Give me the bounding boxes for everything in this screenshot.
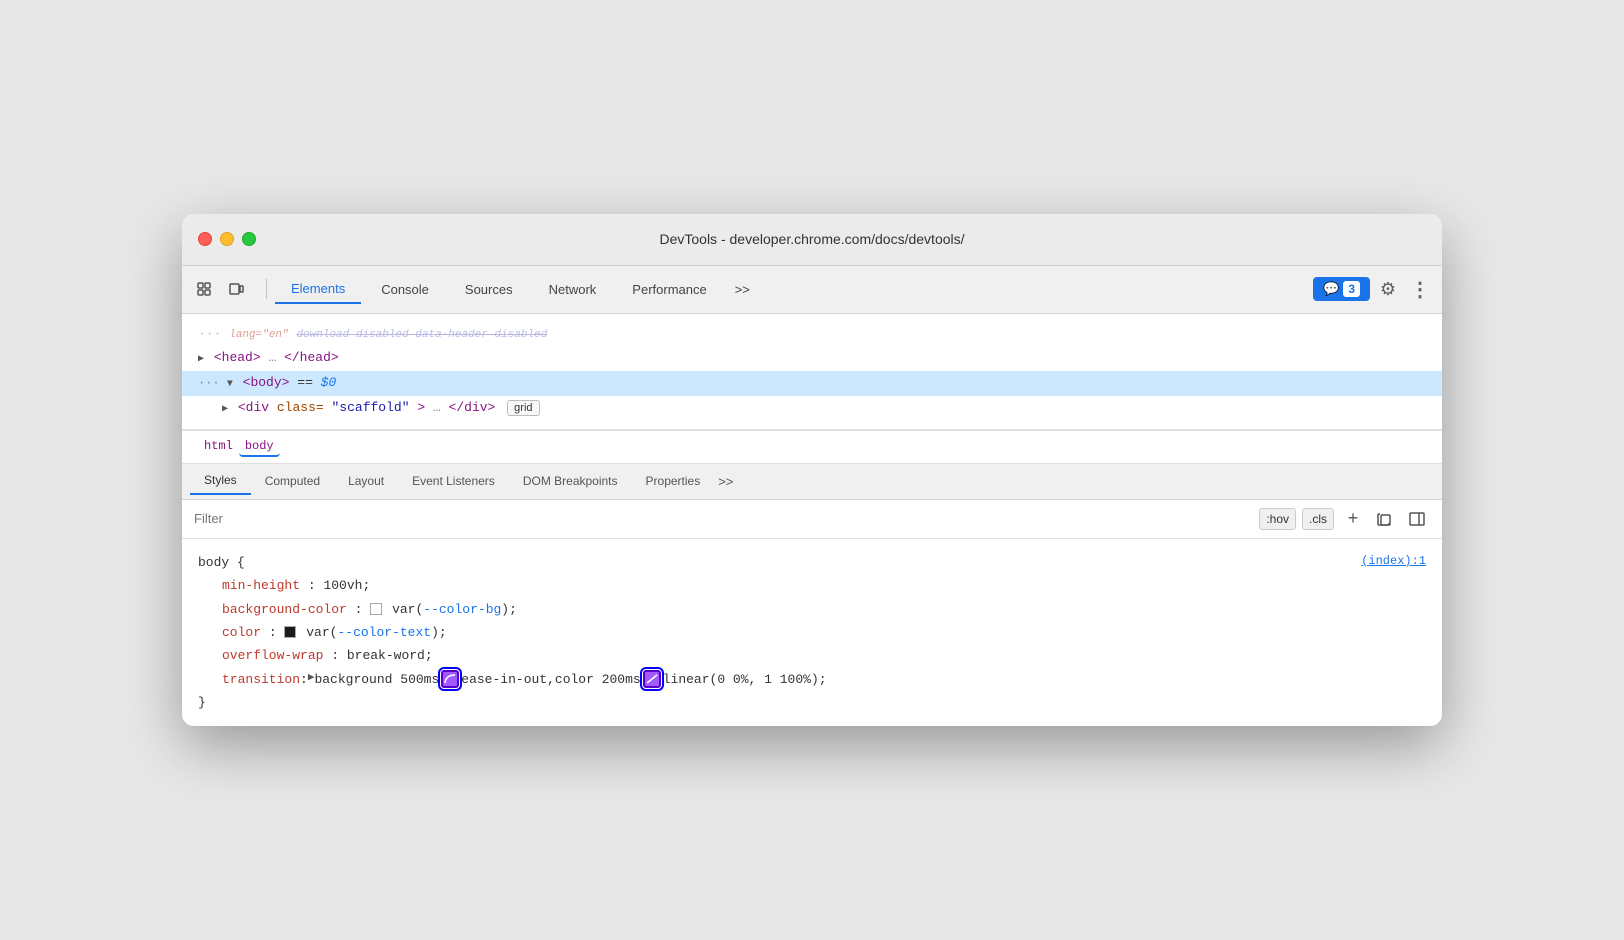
css-rule-block: (index):1 body { min-height : 100vh; bac…	[198, 551, 1426, 715]
dom-triangle[interactable]	[198, 348, 204, 369]
cursor-icon[interactable]	[190, 275, 218, 303]
prop-value-color: var(--color-text);	[306, 625, 446, 640]
css-prop-background-color: background-color : var(--color-bg);	[198, 598, 1426, 621]
copy-styles-button[interactable]	[1372, 506, 1398, 532]
css-prop-color: color : var(--color-text);	[198, 621, 1426, 644]
css-prop-min-height: min-height : 100vh;	[198, 574, 1426, 597]
tab-console[interactable]: Console	[365, 276, 445, 303]
bg-color-swatch[interactable]	[370, 603, 382, 615]
tag-div-close: </div>	[449, 400, 496, 415]
breadcrumb-bar: html body	[182, 430, 1442, 464]
dom-panel: ··· lang="en" download disabled data-hea…	[182, 314, 1442, 430]
dom-body-triangle[interactable]	[227, 373, 233, 394]
easing-icon-1[interactable]	[441, 670, 459, 688]
styles-more-button[interactable]: >>	[714, 470, 737, 493]
tab-network[interactable]: Network	[533, 276, 613, 303]
prop-value-bg-color: var(--color-bg);	[392, 602, 517, 617]
filter-right: :hov .cls +	[1259, 506, 1430, 532]
dom-head-row[interactable]: <head> … </head>	[182, 346, 1442, 371]
devtools-window: DevTools - developer.chrome.com/docs/dev…	[182, 214, 1442, 727]
issues-icon: 💬	[1323, 281, 1339, 297]
cls-button[interactable]: .cls	[1302, 508, 1334, 530]
color-swatch[interactable]	[284, 626, 296, 638]
dom-overflow-row: ··· lang="en" download disabled data-hea…	[182, 322, 1442, 347]
tab-properties[interactable]: Properties	[632, 468, 715, 494]
issues-button[interactable]: 💬 3	[1313, 277, 1370, 301]
easing-icon-2[interactable]	[643, 670, 661, 688]
more-options-button[interactable]: ⋮	[1406, 275, 1434, 303]
tag-div-close-bracket: >	[417, 400, 425, 415]
tab-layout[interactable]: Layout	[334, 468, 398, 494]
attr-class: class=	[277, 400, 324, 415]
more-tabs-button[interactable]: >>	[727, 278, 758, 301]
prop-name-bg-color[interactable]: background-color	[222, 602, 347, 617]
breadcrumb-body[interactable]: body	[239, 437, 280, 457]
ellipsis2: …	[433, 400, 449, 415]
attr-value-scaffold: "scaffold"	[331, 400, 409, 415]
css-selector-line: body {	[198, 551, 1426, 574]
filter-bar: :hov .cls +	[182, 500, 1442, 539]
settings-button[interactable]: ⚙	[1374, 275, 1402, 303]
issues-count: 3	[1343, 281, 1360, 297]
prop-value-overflow-wrap: break-word;	[347, 648, 433, 663]
prop-name-overflow-wrap[interactable]: overflow-wrap	[222, 648, 323, 663]
prop-value-min-height: 100vh;	[323, 578, 370, 593]
prop-value-transition-part3: linear(0 0%, 1 100%);	[663, 668, 827, 691]
grid-badge[interactable]: grid	[507, 400, 539, 416]
source-link[interactable]: (index):1	[1361, 551, 1426, 573]
tab-dom-breakpoints[interactable]: DOM Breakpoints	[509, 468, 632, 494]
css-prop-overflow-wrap: overflow-wrap : break-word;	[198, 644, 1426, 667]
toolbar-divider	[266, 279, 267, 299]
prop-value-transition-part1: background 500ms	[314, 668, 439, 691]
var-color-bg[interactable]: --color-bg	[423, 602, 501, 617]
titlebar: DevTools - developer.chrome.com/docs/dev…	[182, 214, 1442, 266]
tab-performance[interactable]: Performance	[616, 276, 722, 303]
tag-head-close: </head>	[284, 350, 339, 365]
dom-body-row[interactable]: ··· <body> == $0	[182, 371, 1442, 396]
hov-button[interactable]: :hov	[1259, 508, 1296, 530]
tag-head-open: <head>	[214, 350, 261, 365]
prop-name-transition[interactable]: transition	[222, 668, 300, 691]
toolbar-icons	[190, 275, 250, 303]
tag-body: <body>	[243, 375, 290, 390]
breadcrumb-html[interactable]: html	[198, 437, 239, 457]
ellipsis: …	[268, 350, 284, 365]
styles-tabs: Styles Computed Layout Event Listeners D…	[182, 464, 1442, 500]
minimize-button[interactable]	[220, 232, 234, 246]
transition-expand-icon[interactable]: ▶	[308, 669, 315, 689]
tab-sources[interactable]: Sources	[449, 276, 529, 303]
tab-computed[interactable]: Computed	[251, 468, 334, 494]
filter-input[interactable]	[194, 511, 1251, 526]
main-toolbar: Elements Console Sources Network Perform…	[182, 266, 1442, 314]
dom-dollar0: $0	[321, 375, 337, 390]
css-panel: (index):1 body { min-height : 100vh; bac…	[182, 539, 1442, 727]
window-title: DevTools - developer.chrome.com/docs/dev…	[659, 231, 964, 247]
dom-div-row[interactable]: <div class= "scaffold" > … </div> grid	[182, 396, 1442, 421]
tab-event-listeners[interactable]: Event Listeners	[398, 468, 509, 494]
toolbar-right: 💬 3 ⚙ ⋮	[1313, 275, 1434, 303]
traffic-lights	[198, 232, 256, 246]
close-button[interactable]	[198, 232, 212, 246]
devtools-body: Elements Console Sources Network Perform…	[182, 266, 1442, 727]
prop-name-min-height[interactable]: min-height	[222, 578, 300, 593]
toggle-sidebar-button[interactable]	[1404, 506, 1430, 532]
prop-name-color[interactable]: color	[222, 625, 261, 640]
css-prop-transition: transition : ▶ background 500ms ease-in-…	[198, 668, 1426, 691]
device-toolbar-icon[interactable]	[222, 275, 250, 303]
tab-elements[interactable]: Elements	[275, 275, 361, 304]
var-color-text[interactable]: --color-text	[337, 625, 431, 640]
tab-styles[interactable]: Styles	[190, 467, 251, 495]
prop-value-transition-part2: ease-in-out,color 200ms	[461, 668, 640, 691]
add-style-button[interactable]: +	[1340, 506, 1366, 532]
css-selector: body {	[198, 555, 245, 570]
css-close-brace: }	[198, 691, 1426, 714]
maximize-button[interactable]	[242, 232, 256, 246]
dom-div-triangle[interactable]	[222, 398, 228, 419]
tag-div-open: <div	[238, 400, 277, 415]
